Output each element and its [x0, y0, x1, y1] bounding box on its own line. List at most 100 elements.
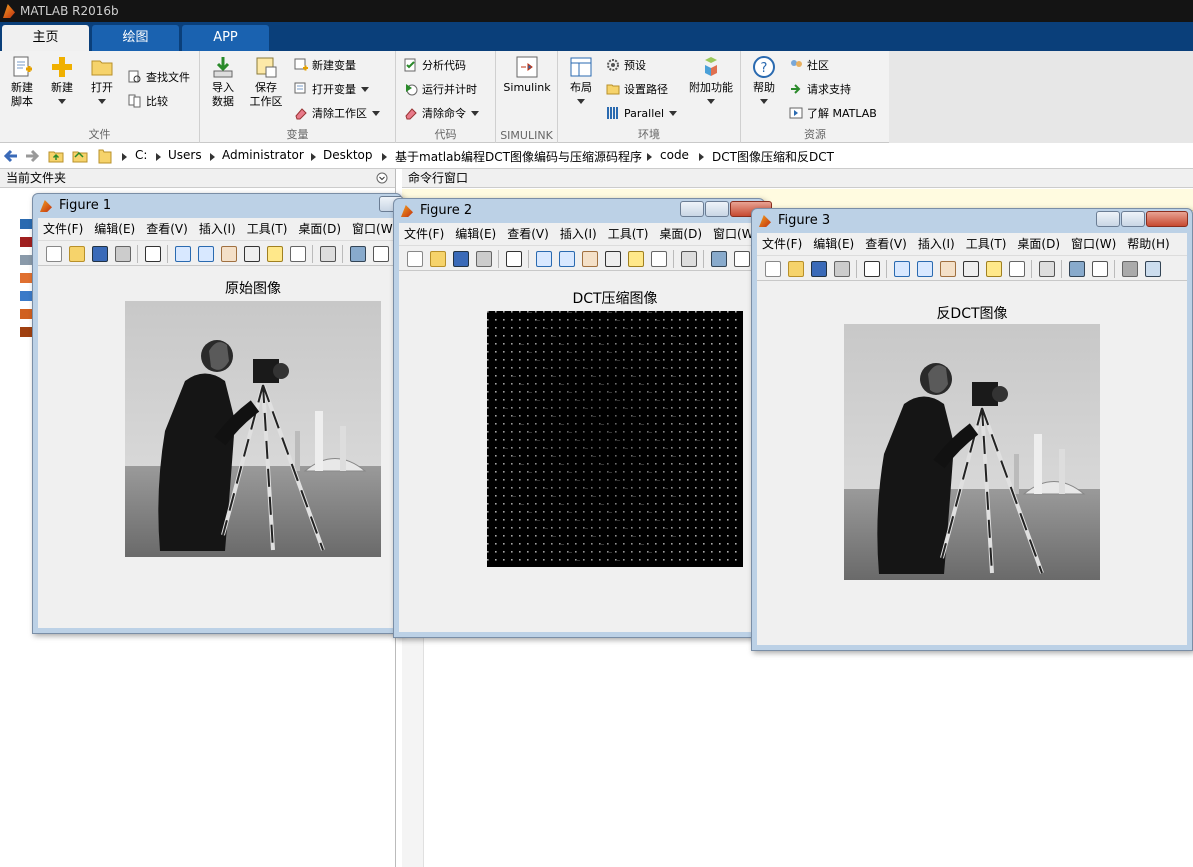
minimize-button[interactable] [680, 201, 704, 217]
menu-desktop[interactable]: 桌面(D) [298, 222, 341, 236]
community-button[interactable]: 社区 [789, 57, 829, 75]
image-file-icon[interactable] [20, 255, 32, 265]
colorbar-icon[interactable] [1069, 261, 1085, 277]
pan-icon[interactable] [582, 251, 598, 267]
set-path-button[interactable]: 设置路径 [606, 81, 668, 99]
layout-button[interactable]: 布局 [566, 55, 596, 109]
print-icon[interactable] [834, 261, 850, 277]
data-cursor-icon[interactable] [267, 246, 283, 262]
tab-home[interactable]: 主页 [2, 25, 89, 51]
run-and-time-button[interactable]: 运行并计时 [404, 81, 477, 99]
clear-commands-button[interactable]: 清除命令 [404, 105, 479, 123]
browse-folder-icon[interactable] [72, 148, 88, 164]
m-file-icon[interactable] [20, 273, 32, 283]
maximize-button[interactable] [1121, 211, 1145, 227]
forward-icon[interactable] [24, 148, 40, 164]
pointer-icon[interactable] [145, 246, 161, 262]
new-button[interactable]: 新建 [46, 55, 78, 109]
path-crumb[interactable]: DCT图像压缩和反DCT [712, 148, 834, 165]
import-data-button[interactable]: 导入 数据 [208, 55, 238, 109]
hide-plot-tools-icon[interactable] [1122, 261, 1138, 277]
simulink-button[interactable]: Simulink [502, 55, 552, 95]
pdf-file-icon[interactable] [20, 237, 32, 247]
legend-icon[interactable] [373, 246, 389, 262]
menu-file[interactable]: 文件(F) [43, 222, 83, 236]
open-file-icon[interactable] [788, 261, 804, 277]
figure-2-titlebar[interactable]: Figure 2 [394, 199, 772, 223]
zoom-out-icon[interactable] [198, 246, 214, 262]
save-icon[interactable] [453, 251, 469, 267]
rotate-3d-icon[interactable] [963, 261, 979, 277]
menu-edit[interactable]: 编辑(E) [813, 237, 854, 251]
open-file-icon[interactable] [69, 246, 85, 262]
data-cursor-icon[interactable] [628, 251, 644, 267]
figure-2-window[interactable]: Figure 2 文件(F) 编辑(E) 查看(V) 插入(I) 工具(T) 桌面(D) 窗… [393, 198, 772, 638]
up-folder-icon[interactable] [48, 148, 64, 164]
figure-1-titlebar[interactable]: Figure 1 [33, 194, 403, 218]
link-icon[interactable] [681, 251, 697, 267]
tab-plots[interactable]: 绘图 [92, 25, 179, 51]
print-icon[interactable] [115, 246, 131, 262]
word-file-icon[interactable] [20, 219, 32, 229]
menu-window[interactable]: 窗口(W) [1071, 237, 1116, 251]
open-button[interactable]: 打开 [86, 55, 118, 109]
figure-1-window[interactable]: Figure 1 文件(F) 编辑(E) 查看(V) 插入(I) 工具(T) 桌面(D) 窗… [32, 193, 403, 634]
menu-edit[interactable]: 编辑(E) [455, 227, 496, 241]
save-icon[interactable] [811, 261, 827, 277]
menu-insert[interactable]: 插入(I) [560, 227, 597, 241]
path-crumb[interactable]: C: [135, 148, 147, 162]
menu-view[interactable]: 查看(V) [146, 222, 188, 236]
open-file-icon[interactable] [430, 251, 446, 267]
ppt-file-icon[interactable] [20, 309, 32, 319]
pointer-icon[interactable] [506, 251, 522, 267]
link-icon[interactable] [1039, 261, 1055, 277]
figure-3-titlebar[interactable]: Figure 3 [752, 209, 1192, 233]
menu-insert[interactable]: 插入(I) [199, 222, 236, 236]
menu-insert[interactable]: 插入(I) [918, 237, 955, 251]
image-file-icon[interactable] [20, 291, 32, 301]
menu-tools[interactable]: 工具(T) [966, 237, 1007, 251]
data-cursor-icon[interactable] [986, 261, 1002, 277]
zoom-in-icon[interactable] [175, 246, 191, 262]
menu-tools[interactable]: 工具(T) [608, 227, 649, 241]
menu-view[interactable]: 查看(V) [865, 237, 907, 251]
menu-tools[interactable]: 工具(T) [247, 222, 288, 236]
zoom-in-icon[interactable] [894, 261, 910, 277]
minimize-button[interactable] [1096, 211, 1120, 227]
legend-icon[interactable] [734, 251, 750, 267]
compare-button[interactable]: 比较 [128, 93, 168, 111]
brush-icon[interactable] [651, 251, 667, 267]
show-plot-tools-icon[interactable] [1145, 261, 1161, 277]
new-figure-icon[interactable] [407, 251, 423, 267]
add-ons-button[interactable]: 附加功能 [686, 55, 736, 109]
panel-menu-icon[interactable] [376, 172, 388, 184]
open-variable-button[interactable]: 打开变量 [294, 81, 369, 99]
analyze-code-button[interactable]: 分析代码 [404, 57, 466, 75]
path-crumb[interactable]: Administrator [222, 148, 304, 162]
new-script-button[interactable]: 新建 脚本 [6, 55, 38, 109]
close-button[interactable] [1146, 211, 1188, 227]
help-button[interactable]: ? 帮助 [749, 55, 779, 109]
new-figure-icon[interactable] [765, 261, 781, 277]
new-figure-icon[interactable] [46, 246, 62, 262]
legend-icon[interactable] [1092, 261, 1108, 277]
zoom-out-icon[interactable] [559, 251, 575, 267]
preferences-button[interactable]: 预设 [606, 57, 646, 75]
zoom-in-icon[interactable] [536, 251, 552, 267]
menu-file[interactable]: 文件(F) [762, 237, 802, 251]
path-crumb[interactable]: 基于matlab编程DCT图像编码与压缩源码程序 [395, 148, 642, 165]
find-files-button[interactable]: 查找文件 [128, 69, 190, 87]
save-icon[interactable] [92, 246, 108, 262]
path-crumb[interactable]: Users [168, 148, 202, 162]
request-support-button[interactable]: 请求支持 [789, 81, 851, 99]
pan-icon[interactable] [940, 261, 956, 277]
parallel-button[interactable]: Parallel [606, 105, 678, 123]
menu-view[interactable]: 查看(V) [507, 227, 549, 241]
colorbar-icon[interactable] [350, 246, 366, 262]
pan-icon[interactable] [221, 246, 237, 262]
figure-3-window[interactable]: Figure 3 文件(F) 编辑(E) 查看(V) 插入(I) 工具(T) 桌面(D) 窗… [751, 208, 1193, 651]
menu-help[interactable]: 帮助(H) [1127, 237, 1169, 251]
menu-window[interactable]: 窗口(W) [352, 222, 396, 236]
menu-edit[interactable]: 编辑(E) [94, 222, 135, 236]
path-crumb[interactable]: code [660, 148, 689, 162]
